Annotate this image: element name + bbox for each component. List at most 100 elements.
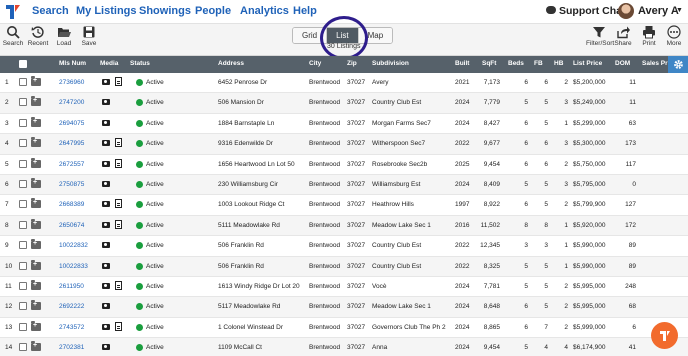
mls-num-link[interactable]: 2672557 <box>59 161 84 168</box>
mls-num-link[interactable]: 2702381 <box>59 344 84 351</box>
mls-num-link[interactable]: 10022833 <box>59 263 88 270</box>
document-icon[interactable] <box>115 138 122 148</box>
camera-icon[interactable] <box>102 344 110 351</box>
add-to-folder-icon[interactable] <box>31 239 41 250</box>
mls-num-link[interactable]: 2692222 <box>59 303 84 310</box>
table-row[interactable]: 12 2692222 Active 5117 Meadowlake Rd Brentwo… <box>0 297 688 318</box>
mls-num-link[interactable]: 2743572 <box>59 324 84 331</box>
add-to-folder-icon[interactable] <box>31 218 41 229</box>
print-button[interactable]: Print <box>636 25 662 47</box>
add-to-folder-icon[interactable] <box>31 137 41 148</box>
camera-icon[interactable] <box>102 201 110 208</box>
col-fb[interactable]: FB <box>534 60 543 67</box>
search-tool-button[interactable]: Search <box>0 25 26 47</box>
save-button[interactable]: Save <box>76 25 102 47</box>
document-icon[interactable] <box>115 77 122 86</box>
table-row[interactable]: 3 2694075 Active 1884 Barnstaple Ln Brentwoo… <box>0 114 688 135</box>
add-to-folder-icon[interactable] <box>31 198 41 209</box>
nav-my-listings[interactable]: My Listings <box>76 5 137 17</box>
camera-icon[interactable] <box>102 181 110 187</box>
col-address[interactable]: Address <box>218 60 244 67</box>
camera-icon[interactable] <box>102 79 110 85</box>
mls-num-link[interactable]: 2750875 <box>59 181 84 188</box>
mls-num-link[interactable]: 2611950 <box>59 283 84 290</box>
share-button[interactable]: Share <box>610 25 636 47</box>
camera-icon[interactable] <box>102 221 110 228</box>
col-media[interactable]: Media <box>100 60 118 67</box>
row-checkbox[interactable] <box>19 98 27 107</box>
col-beds[interactable]: Beds <box>508 60 524 67</box>
row-checkbox[interactable] <box>19 261 27 270</box>
row-checkbox[interactable] <box>19 118 27 127</box>
table-row[interactable]: 2 2747200 Active 506 Mansion Dr Brentwood 370… <box>0 93 688 114</box>
mls-num-link[interactable]: 2647995 <box>59 140 84 147</box>
user-name[interactable]: Avery A <box>638 5 679 17</box>
logo-icon[interactable] <box>4 3 22 21</box>
camera-icon[interactable] <box>102 119 110 126</box>
table-row[interactable]: 14 2702381 Active 1109 McCall Ct Brentwood 37… <box>0 338 688 356</box>
more-button[interactable]: More <box>661 25 687 47</box>
load-button[interactable]: Load <box>51 25 77 47</box>
table-row[interactable]: 7 2668389 Active 1003 Lookout Ridge Ct Brent… <box>0 195 688 216</box>
row-checkbox[interactable] <box>19 322 27 331</box>
add-to-folder-icon[interactable] <box>31 76 41 86</box>
mls-num-link[interactable]: 10022832 <box>59 242 88 249</box>
chevron-down-icon[interactable]: ▼ <box>676 7 683 14</box>
avatar[interactable] <box>618 3 634 19</box>
col-subdivision[interactable]: Subdivision <box>372 60 409 67</box>
add-to-folder-icon[interactable] <box>31 280 41 290</box>
nav-people[interactable]: People <box>195 5 231 17</box>
table-row[interactable]: 6 2750875 Active 230 Williamsburg Cir Brentw… <box>0 175 688 196</box>
document-icon[interactable] <box>115 321 122 331</box>
col-zip[interactable]: Zip <box>347 60 357 67</box>
nav-showings[interactable]: Showings <box>139 5 191 17</box>
select-all-checkbox[interactable] <box>19 60 27 68</box>
document-icon[interactable] <box>115 199 122 209</box>
mls-num-link[interactable]: 2747200 <box>59 99 84 106</box>
help-chat-button[interactable] <box>651 322 678 349</box>
camera-icon[interactable] <box>102 242 110 249</box>
row-checkbox[interactable] <box>19 302 27 311</box>
add-to-folder-icon[interactable] <box>31 320 41 331</box>
nav-help[interactable]: Help <box>293 5 317 17</box>
row-checkbox[interactable] <box>19 159 27 168</box>
row-checkbox[interactable] <box>19 282 27 290</box>
add-to-folder-icon[interactable] <box>31 116 41 127</box>
table-row[interactable]: 4 2647995 Active 9316 Edenwilde Dr Brentwood… <box>0 134 688 155</box>
col-list-price[interactable]: List Price <box>573 60 602 67</box>
add-to-folder-icon[interactable] <box>31 96 41 107</box>
filter-sort-button[interactable]: Filter/Sort <box>586 25 614 47</box>
support-chat-button[interactable]: Support Chat <box>546 5 626 17</box>
mls-num-link[interactable]: 2736960 <box>59 79 84 86</box>
nav-analytics[interactable]: Analytics <box>240 5 289 17</box>
document-icon[interactable] <box>115 219 122 229</box>
table-row[interactable]: 13 2743572 Active 1 Colonel Winstead Dr Bren… <box>0 318 688 339</box>
add-to-folder-icon[interactable] <box>31 157 41 168</box>
row-checkbox[interactable] <box>19 220 27 229</box>
camera-icon[interactable] <box>102 160 110 167</box>
table-row[interactable]: 11 2611950 Active 1613 Windy Ridge Dr Lot 2… <box>0 277 688 298</box>
table-row[interactable]: 1 2736960 Active 6452 Penrose Dr Brentwood 37… <box>0 73 688 94</box>
add-to-folder-icon[interactable] <box>31 178 41 188</box>
camera-icon[interactable] <box>102 262 110 269</box>
document-icon[interactable] <box>115 281 122 290</box>
col-built[interactable]: Built <box>455 60 469 67</box>
table-row[interactable]: 5 2672557 Active 1656 Heartwood Ln Lot 50 Br… <box>0 155 688 175</box>
add-to-folder-icon[interactable] <box>31 341 41 352</box>
document-icon[interactable] <box>115 158 122 168</box>
add-to-folder-icon[interactable] <box>31 300 41 311</box>
col-hb[interactable]: HB <box>554 60 563 67</box>
table-row[interactable]: 10 10022833 Active 506 Franklin Rd Brentwood… <box>0 256 688 277</box>
camera-icon[interactable] <box>102 303 110 310</box>
row-checkbox[interactable] <box>19 343 27 352</box>
add-to-folder-icon[interactable] <box>31 259 41 270</box>
table-row[interactable]: 8 2650674 Active 5111 Meadowlake Rd Brentwoo… <box>0 215 688 237</box>
row-checkbox[interactable] <box>19 180 27 188</box>
col-dom[interactable]: DOM <box>615 60 630 67</box>
mls-num-link[interactable]: 2668389 <box>59 201 84 208</box>
mls-num-link[interactable]: 2694075 <box>59 120 84 127</box>
col-mls-num[interactable]: Mls Num <box>59 60 86 67</box>
camera-icon[interactable] <box>102 283 110 289</box>
row-checkbox[interactable] <box>19 139 27 148</box>
nav-search[interactable]: Search <box>32 5 69 17</box>
